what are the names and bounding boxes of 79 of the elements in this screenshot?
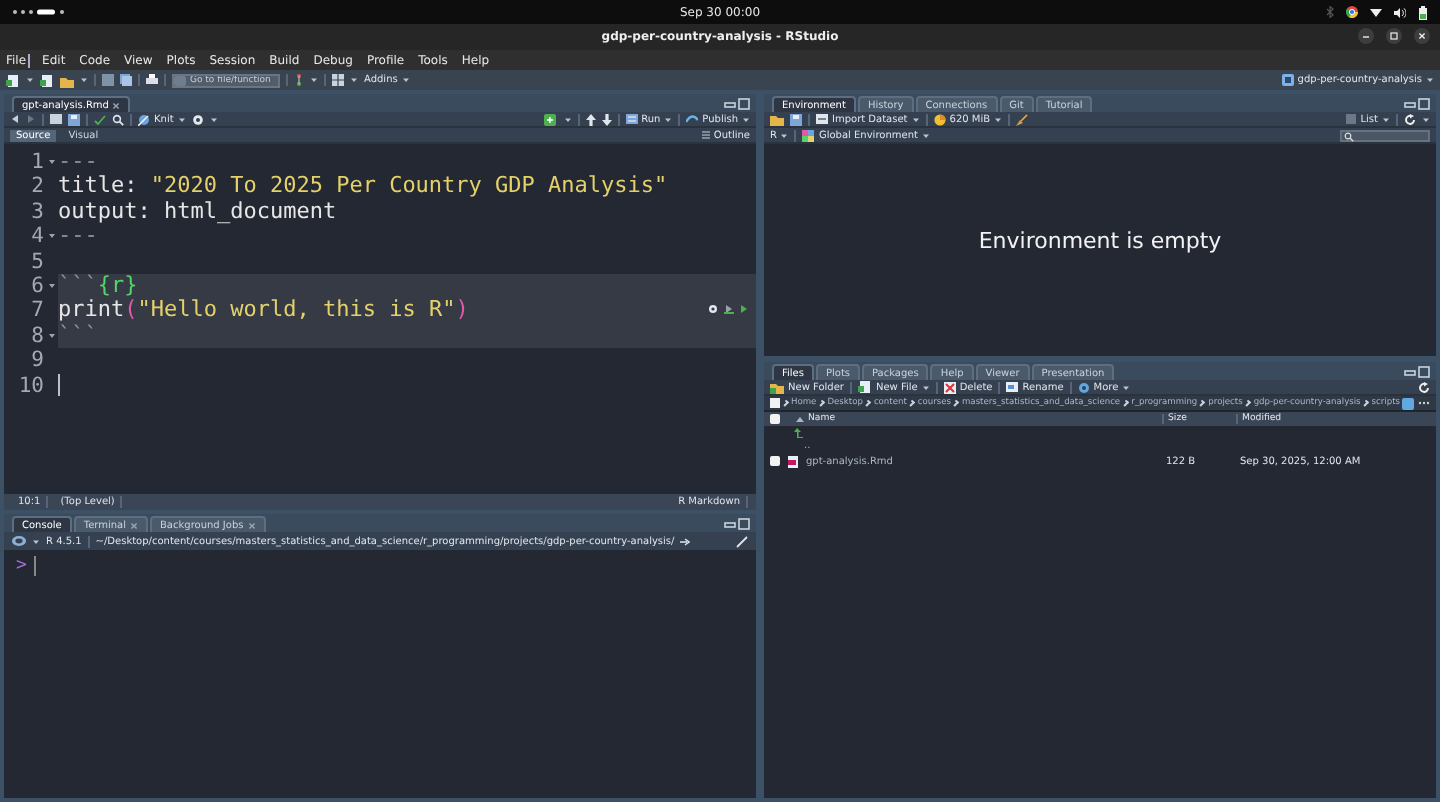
print-icon[interactable] xyxy=(146,74,158,86)
yarn-icon xyxy=(138,113,150,125)
code-line: --- xyxy=(58,150,98,175)
project-cube-icon xyxy=(1281,74,1294,86)
select-all-checkbox[interactable] xyxy=(770,414,780,424)
browser-icon[interactable] xyxy=(1346,6,1358,18)
row-checkbox[interactable] xyxy=(770,456,780,466)
delete-icon xyxy=(943,381,956,393)
maximize-icon[interactable] xyxy=(1418,365,1430,377)
clear-console-icon[interactable] xyxy=(736,535,748,547)
refresh-icon[interactable] xyxy=(1418,381,1430,393)
insert-chunk-icon[interactable] xyxy=(543,113,558,125)
new-project-icon[interactable] xyxy=(40,73,54,87)
line-number: 7 xyxy=(29,298,44,324)
line-number: 1 xyxy=(29,150,44,175)
git-icon[interactable] xyxy=(294,74,304,86)
more-icon[interactable] xyxy=(1418,400,1430,406)
run-chunk-icon[interactable] xyxy=(740,303,748,314)
new-folder-icon xyxy=(770,381,784,393)
new-file-icon[interactable] xyxy=(6,73,20,87)
caret-icon[interactable] xyxy=(310,76,318,84)
caret-icon[interactable] xyxy=(32,537,40,545)
outline-icon xyxy=(701,130,710,140)
console-prompt: > xyxy=(16,556,27,576)
code-line: --- xyxy=(58,224,98,250)
refresh-icon[interactable] xyxy=(1404,113,1416,125)
new-file-icon xyxy=(857,380,872,394)
sort-icon xyxy=(796,416,804,422)
arrow-up-icon[interactable] xyxy=(585,113,596,125)
line-number: 10 xyxy=(16,373,44,398)
search-icon xyxy=(1344,131,1354,141)
up-arrow-icon[interactable] xyxy=(794,428,804,438)
maximize-icon[interactable] xyxy=(1418,97,1430,109)
caret-icon[interactable] xyxy=(26,76,34,84)
battery-icon[interactable] xyxy=(1418,5,1428,19)
caret-icon[interactable] xyxy=(1426,76,1434,84)
code-line: output: html_document xyxy=(58,199,337,225)
arrow-down-icon[interactable] xyxy=(601,113,612,125)
minimize-icon[interactable] xyxy=(724,517,736,527)
network-icon[interactable] xyxy=(1370,7,1382,17)
code-line: ```{r} xyxy=(58,273,138,299)
broom-icon[interactable] xyxy=(1016,113,1029,125)
rename-icon xyxy=(1006,382,1019,392)
environment-icon xyxy=(802,129,815,141)
grid-icon[interactable] xyxy=(332,74,344,86)
publish-icon xyxy=(686,114,699,124)
go-to-directory-icon[interactable] xyxy=(680,537,691,545)
line-number: 8 xyxy=(29,323,44,349)
code-line: title: "2020 To 2025 Per Country GDP Analysis" xyxy=(58,174,668,200)
caret-icon[interactable] xyxy=(401,76,410,84)
close-icon[interactable] xyxy=(1414,28,1430,44)
line-number: 4 xyxy=(29,224,44,250)
search-field[interactable] xyxy=(1340,129,1430,141)
run-lines-icon xyxy=(625,114,638,124)
line-number: 2 xyxy=(29,174,44,200)
volume-icon[interactable] xyxy=(1394,7,1406,17)
rmd-file-icon xyxy=(788,455,798,467)
caret-icon[interactable] xyxy=(80,76,88,84)
empty-message: Environment is empty xyxy=(978,227,1222,253)
maximize-icon[interactable] xyxy=(738,97,750,109)
spellcheck-icon[interactable] xyxy=(94,113,106,125)
maximize-icon[interactable] xyxy=(1386,28,1402,44)
minimize-icon[interactable] xyxy=(1404,97,1416,107)
line-number: 9 xyxy=(29,348,44,374)
bluetooth-icon[interactable] xyxy=(1326,6,1334,18)
minimize-icon[interactable] xyxy=(724,97,736,107)
minimize-icon[interactable] xyxy=(1404,365,1416,375)
maximize-icon[interactable] xyxy=(738,517,750,529)
caret-icon[interactable] xyxy=(350,76,358,84)
search-icon[interactable] xyxy=(112,113,124,125)
code-line: print("Hello world, this is R") xyxy=(58,298,469,324)
run-previous-icon[interactable] xyxy=(724,303,734,314)
line-number: 3 xyxy=(29,199,44,225)
save-all-icon[interactable] xyxy=(120,74,132,86)
code-line: ``` xyxy=(58,323,98,349)
line-number: 5 xyxy=(29,249,44,274)
line-number: 6 xyxy=(29,273,44,299)
minimize-icon[interactable] xyxy=(1358,28,1374,44)
memory-pie-icon xyxy=(933,113,946,125)
